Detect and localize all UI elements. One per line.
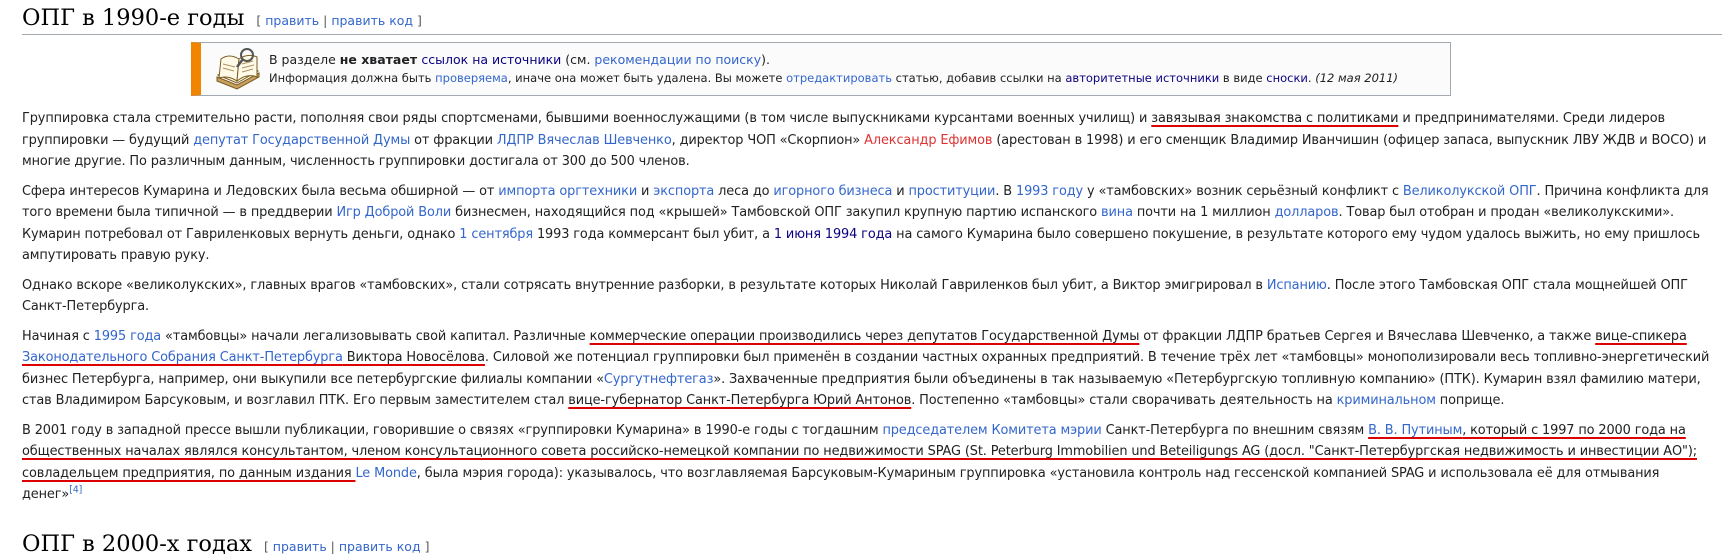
link-office-equipment[interactable]: оргтехники: [559, 184, 637, 199]
paragraph-2: Сфера интересов Кумарина и Ледовских был…: [22, 183, 1709, 264]
edit-code-link[interactable]: править код: [331, 13, 413, 28]
edit-link[interactable]: править: [265, 13, 319, 28]
edit-section-links: [ править | править код ]: [256, 13, 422, 28]
link-spain[interactable]: Испанию: [1267, 278, 1327, 293]
link-putin[interactable]: В. В. Путиным: [1368, 423, 1462, 438]
underlined-phrase: Виктора Новосёлова: [342, 350, 485, 365]
link-prostitution[interactable]: проституции: [909, 184, 996, 199]
link-wine[interactable]: вина: [1101, 205, 1133, 220]
link-efimov[interactable]: Александр Ефимов: [864, 133, 992, 148]
search-recommendations-link[interactable]: рекомендации по поиску: [594, 52, 761, 67]
section-heading-1990s: ОПГ в 1990-е годы [ править | править ко…: [22, 0, 1722, 35]
sources-notice: В разделе не хватает ссылок на источники…: [191, 42, 1451, 96]
underlined-phrase: вице-губернатор Санкт-Петербурга Юрий Ан…: [568, 393, 912, 408]
notice-text: В разделе не хватает ссылок на источники…: [269, 50, 1398, 88]
paragraph-1: Группировка стала стремительно расти, по…: [22, 111, 1707, 169]
edit-article-link[interactable]: отредактировать: [786, 71, 892, 85]
link-dollars[interactable]: долларов: [1275, 205, 1339, 220]
section-title: ОПГ в 1990-е годы: [22, 5, 245, 31]
section-heading-2000s: ОПГ в 2000-х годах [ править | править к…: [22, 526, 1722, 560]
sources-link[interactable]: ссылок на источники: [421, 52, 561, 67]
link-1994[interactable]: 1994 года: [825, 227, 892, 242]
underlined-phrase: вице-спикера: [1595, 328, 1687, 344]
link-ldpr[interactable]: ЛДПР: [497, 133, 534, 148]
article-content: ОПГ в 1990-е годы [ править | править ко…: [22, 0, 1722, 560]
link-le-monde[interactable]: Le Monde: [355, 466, 416, 481]
edit-section-links: [ править | править код ]: [263, 538, 430, 554]
paragraph-3: Однако вскоре «великолукских», главных в…: [22, 277, 1688, 315]
footnote-link[interactable]: сноски: [1266, 71, 1308, 85]
link-criminal[interactable]: криминальном: [1337, 393, 1436, 408]
link-goodwill-games[interactable]: Игр Доброй Воли: [336, 205, 451, 220]
reliable-sources-link[interactable]: авторитетные источники: [1065, 71, 1219, 85]
link-duma-deputy[interactable]: депутат Государственной Думы: [193, 133, 410, 148]
underlined-phrase: коммерческие операции производились чере…: [589, 328, 1140, 344]
link-gambling[interactable]: игорного бизнеса: [773, 184, 892, 199]
link-june-1[interactable]: 1 июня: [774, 227, 821, 242]
section-title: ОПГ в 2000-х годах: [22, 530, 252, 557]
article-page: ОПГ в 1990-е годы [ править | править ко…: [0, 0, 1725, 557]
link-1995[interactable]: 1995 года: [94, 329, 161, 344]
link-import[interactable]: импорта: [498, 184, 555, 199]
link-committee-chairman[interactable]: председателем Комитета мэрии: [882, 423, 1101, 438]
link-shevchenko[interactable]: Вячеслав Шевченко: [538, 133, 672, 148]
book-icon: [216, 48, 260, 90]
underlined-phrase: завязывая знакомства с политиками: [1151, 111, 1399, 126]
link-export[interactable]: экспорта: [653, 184, 714, 199]
edit-link[interactable]: править: [273, 539, 327, 554]
edit-code-link[interactable]: править код: [339, 539, 421, 554]
reference-4[interactable]: [4]: [69, 485, 82, 496]
notice-line1: В разделе не хватает ссылок на источники…: [269, 52, 770, 67]
link-surgutneftegaz[interactable]: Сургутнефтегаз: [604, 372, 714, 387]
paragraph-5: В 2001 году в западной прессе вышли публ…: [22, 422, 1697, 503]
link-legislative-assembly[interactable]: Законодательного Собрания Санкт-Петербур…: [22, 350, 343, 365]
notice-line2: Информация должна быть проверяема, иначе…: [269, 71, 1399, 85]
notice-date: (12 мая 2011): [1315, 71, 1399, 85]
paragraph-4: Начиная с 1995 года «тамбовцы» начали ле…: [22, 328, 1710, 409]
verifiable-link[interactable]: проверяема: [435, 71, 508, 85]
link-velikiye-luki-group[interactable]: Великолукской ОПГ: [1403, 184, 1537, 199]
link-1993[interactable]: 1993 году: [1016, 184, 1083, 199]
link-september-1[interactable]: 1 сентября: [459, 227, 533, 242]
